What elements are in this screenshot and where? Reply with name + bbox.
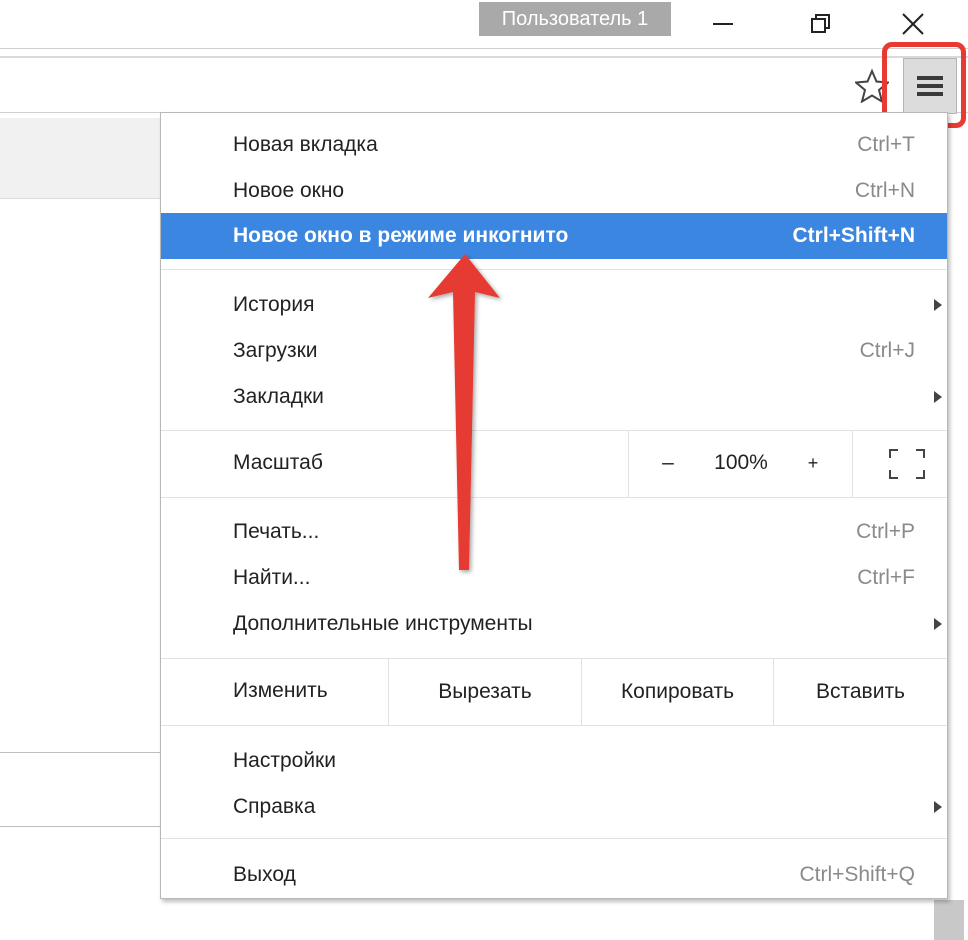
menu-item-label: Новое окно в режиме инкогнито (233, 224, 569, 247)
menu-item-shortcut: Ctrl+F (857, 566, 915, 589)
menu-item-new-tab[interactable]: Новая вкладка Ctrl+T (161, 122, 947, 168)
menu-item-settings[interactable]: Настройки (161, 738, 947, 784)
menu-item-help[interactable]: Справка (161, 784, 947, 830)
zoom-row: Масштаб – 100% + (161, 431, 947, 497)
menu-item-label: Новое окно (233, 179, 345, 202)
menu-item-label: Печать... (233, 520, 320, 543)
scrollbar[interactable] (934, 900, 964, 940)
menu-item-more-tools[interactable]: Дополнительные инструменты (161, 601, 947, 647)
menu-item-shortcut: Ctrl+Shift+Q (799, 863, 915, 886)
close-button[interactable] (890, 4, 936, 44)
restore-icon (811, 14, 830, 33)
menu-item-print[interactable]: Печать... Ctrl+P (161, 509, 947, 555)
chrome-main-menu: Новая вкладка Ctrl+T Новое окно Ctrl+N Н… (160, 112, 948, 899)
edit-row: Изменить Вырезать Копировать Вставить (161, 659, 947, 725)
menu-item-label: Найти... (233, 566, 311, 589)
submenu-arrow-icon (933, 390, 947, 404)
submenu-arrow-icon (933, 298, 947, 312)
profile-button[interactable]: Пользователь 1 (479, 2, 671, 36)
zoom-divider (628, 431, 629, 497)
submenu-arrow-icon (933, 617, 947, 631)
menu-item-label: Загрузки (233, 339, 318, 362)
copy-button[interactable]: Копировать (582, 659, 773, 725)
zoom-plus-label: + (807, 452, 819, 473)
fullscreen-icon (889, 449, 925, 479)
page-divider (0, 826, 170, 827)
titlebar-divider (0, 48, 968, 49)
submenu-arrow-icon (933, 800, 947, 814)
zoom-label: Масштаб (233, 451, 323, 474)
menu-separator (161, 838, 947, 839)
minimize-button[interactable] (700, 4, 746, 44)
menu-item-exit[interactable]: Выход Ctrl+Shift+Q (161, 852, 947, 898)
menu-item-downloads[interactable]: Загрузки Ctrl+J (161, 328, 947, 374)
menu-separator (161, 497, 947, 498)
menu-item-label: Дополнительные инструменты (233, 612, 533, 635)
restore-button[interactable] (798, 4, 844, 44)
browser-toolbar (0, 56, 968, 114)
menu-item-label: Закладки (233, 385, 324, 408)
cut-button[interactable]: Вырезать (389, 659, 581, 725)
fullscreen-button[interactable] (883, 443, 931, 485)
menu-item-incognito[interactable]: Новое окно в режиме инкогнито Ctrl+Shift… (161, 213, 947, 259)
menu-item-history[interactable]: История (161, 282, 947, 328)
menu-item-bookmarks[interactable]: Закладки (161, 374, 947, 420)
page-content-panel (0, 118, 160, 199)
zoom-in-button[interactable]: + (801, 445, 825, 481)
menu-item-shortcut: Ctrl+J (859, 339, 915, 362)
menu-item-shortcut: Ctrl+P (856, 520, 915, 543)
menu-item-shortcut: Ctrl+N (854, 179, 915, 202)
menu-item-label: История (233, 293, 315, 316)
edit-label: Изменить (233, 679, 328, 702)
menu-item-label: Настройки (233, 749, 336, 772)
zoom-value-text: 100% (714, 451, 768, 474)
copy-label: Копировать (620, 680, 735, 703)
page-divider (0, 752, 170, 753)
menu-item-new-window[interactable]: Новое окно Ctrl+N (161, 168, 947, 214)
menu-item-label: Новая вкладка (233, 133, 378, 156)
annotation-arrow-icon (428, 254, 500, 570)
minimize-icon (713, 23, 733, 25)
zoom-minus-label: – (662, 451, 674, 474)
close-icon (902, 13, 924, 35)
profile-label: Пользователь 1 (501, 7, 649, 30)
paste-button[interactable]: Вставить (774, 659, 947, 725)
zoom-out-button[interactable]: – (656, 445, 680, 481)
menu-item-find[interactable]: Найти... Ctrl+F (161, 555, 947, 601)
paste-label: Вставить (815, 680, 905, 703)
title-bar: Пользователь 1 (0, 0, 968, 48)
menu-item-shortcut: Ctrl+Shift+N (792, 224, 915, 247)
cut-label: Вырезать (438, 680, 532, 703)
zoom-divider (852, 431, 853, 497)
menu-separator (161, 269, 947, 270)
menu-item-shortcut: Ctrl+T (857, 133, 915, 156)
menu-separator (161, 725, 947, 726)
menu-item-label: Выход (233, 863, 296, 886)
zoom-level: 100% (701, 445, 781, 481)
menu-item-label: Справка (233, 795, 316, 818)
